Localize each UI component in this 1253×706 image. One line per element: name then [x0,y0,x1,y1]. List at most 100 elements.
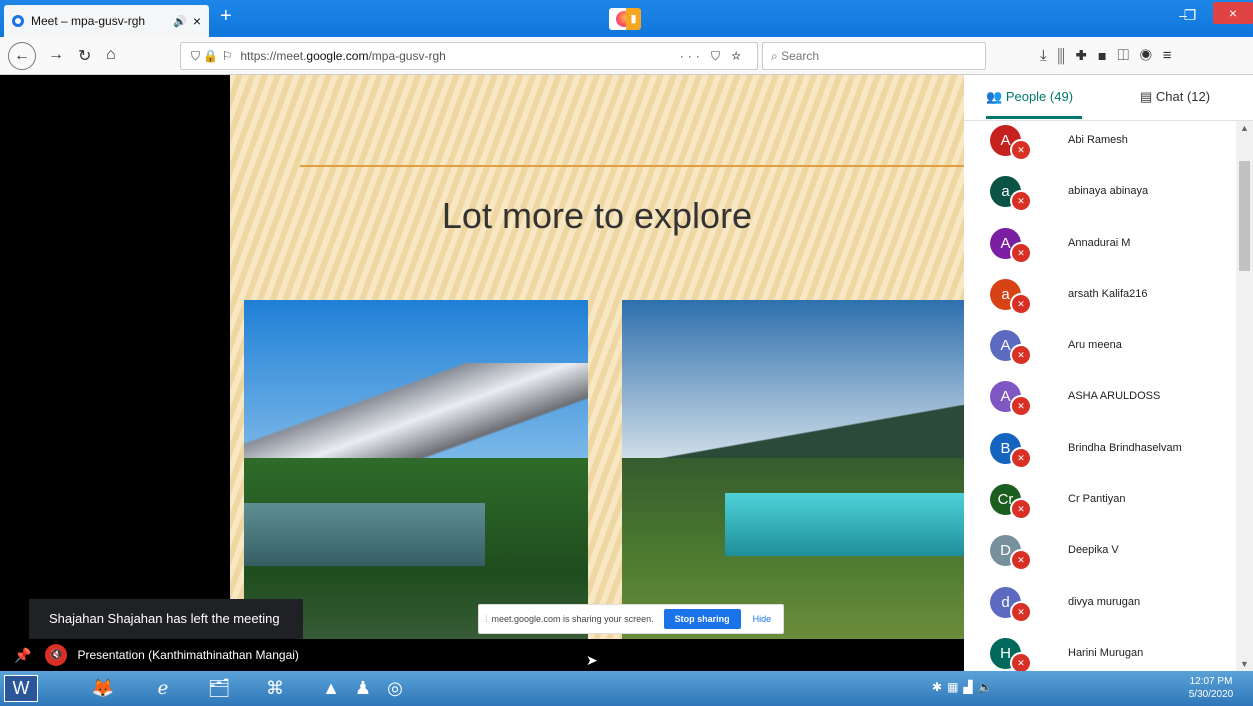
participants-panel: 👥 People (49) ▤ Chat (12) A ✕ Abi Ramesh a ✕… [964,75,1253,671]
participant-row[interactable]: B ✕ Brindha Brindhaselvam [964,429,1236,480]
participant-name: abinaya abinaya [1068,185,1149,198]
toolbar-icons[interactable]: ⤓⫼✚◼◫◉≡ [1040,47,1183,64]
mic-off-icon: ✕ [1010,651,1032,671]
scroll-up-icon[interactable]: ▲ [1236,123,1253,133]
share-message: meet.google.com is sharing your screen. [491,614,654,624]
presentation-label: Presentation (Kanthimathinathan Mangai) [77,648,299,662]
left-meeting-toast: Shajahan Shajahan has left the meeting [29,599,303,639]
meet-favicon-icon [12,15,24,27]
chrome-icon[interactable]: ◎ [378,675,412,702]
tab-people[interactable]: 👥 People (49) [986,89,1073,105]
participant-row[interactable]: A ✕ Abi Ramesh [964,121,1236,172]
mic-off-icon: ✕ [1010,395,1032,418]
new-tab-button[interactable]: + [220,5,232,28]
active-tab-indicator [986,116,1082,119]
search-placeholder: Search [781,49,820,63]
search-input[interactable]: ⌕ Search [762,42,986,70]
xampp-icon[interactable]: ⌘ [258,675,292,702]
participant-row[interactable]: H ✕ Harini Murugan [964,634,1236,671]
participant-row[interactable]: d ✕ divya murugan [964,583,1236,634]
browser-tab-bar: Meet – mpa-gusv-rgh 🔊 × + ▮ – ❐ × [0,0,1253,37]
clock-time: 12:07 PM [1189,676,1233,687]
participant-row[interactable]: a ✕ arsath Kalifa216 [964,275,1236,326]
participant-name: Aru meena [1068,339,1122,352]
start-button[interactable]: W [4,675,38,702]
participant-row[interactable]: A ✕ Annadurai M [964,224,1236,275]
app-icon[interactable]: ♟ [346,675,380,702]
system-clock[interactable]: 12:07 PM 5/30/2020 [1176,675,1246,701]
reload-button[interactable]: ↻ [78,46,91,66]
presenter-bar: 📌 🔇 Presentation (Kanthimathinathan Mang… [0,639,964,671]
menu-icon[interactable]: ≡ [1163,47,1183,64]
participant-row[interactable]: A ✕ Aru meena [964,326,1236,377]
participant-row[interactable]: A ✕ ASHA ARULDOSS [964,377,1236,428]
sidebar-icon[interactable]: ◫ [1117,47,1139,64]
presentation-stage: Lot more to explore ⁞ meet.google.com is… [0,75,964,671]
scroll-thumb[interactable] [1239,161,1250,271]
volume-icon[interactable]: 🔈 [978,680,998,694]
download-icon[interactable]: ⤓ [1040,47,1058,64]
close-window-button[interactable]: × [1213,2,1253,24]
hd-icon[interactable]: ◼ [1098,47,1118,64]
signal-icon[interactable]: ▟ [963,680,977,694]
screen: Meet – mpa-gusv-rgh 🔊 × + ▮ – ❐ × ← → ↻ … [0,0,1253,706]
participant-name: Deepika V [1068,544,1119,557]
clock-date: 5/30/2020 [1188,689,1234,700]
tab-title: Meet – mpa-gusv-rgh [31,14,146,28]
participant-name: Cr Pantiyan [1068,493,1126,506]
slide-divider [300,165,964,167]
slide-title: Lot more to explore [441,195,753,236]
participant-name: divya murugan [1068,595,1141,608]
url-bar[interactable]: ⛉ 🔒 ⚐ https://meet.google.com/mpa-gusv-r… [180,42,758,70]
account-icon[interactable]: ◉ [1140,47,1163,64]
mic-off-icon: ✕ [1010,498,1032,521]
people-icon: 👥 [986,89,1006,104]
browser-tab-meet[interactable]: Meet – mpa-gusv-rgh 🔊 × [4,5,209,37]
home-button[interactable]: ⌂ [106,46,116,64]
maximize-button[interactable]: ❐ [1175,4,1205,26]
close-tab-icon[interactable]: × [193,13,201,29]
river-valley-image [622,300,964,650]
network-icon[interactable]: ▦ [947,680,963,694]
scroll-down-icon[interactable]: ▼ [1236,659,1253,669]
mountain-lake-image [244,300,588,650]
extension-icon[interactable]: ✚ [1076,47,1098,64]
people-list: A ✕ Abi Ramesh a ✕ abinaya abinaya A ✕ Annadurai… [964,121,1236,671]
speaker-icon[interactable]: 🔊 [173,15,187,28]
windows-taskbar: W 🦊 ℯ 🗂 ⌘ ▲ ♟ ◎ ✱▦▟🔈 12:07 PM 5/30/2020 [0,671,1253,706]
bluetooth-icon[interactable]: ✱ [932,680,947,694]
system-tray[interactable]: ✱▦▟🔈 [932,680,998,694]
participant-name: arsath Kalifa216 [1068,287,1148,300]
participant-row[interactable]: Cr ✕ Cr Pantiyan [964,480,1236,531]
page-actions-icon[interactable]: ··· ⛉ ☆ [680,49,745,64]
url-text[interactable]: https://meet.google.com/mpa-gusv-rgh [240,49,679,63]
file-explorer-icon[interactable]: 🗂 [202,675,236,702]
back-button[interactable]: ← [8,42,36,70]
participant-row[interactable]: D ✕ Deepika V [964,531,1236,582]
people-list-scrollbar[interactable]: ▲ ▼ [1236,121,1253,671]
presentation-slide: Lot more to explore [230,75,964,671]
shield-lock-icon[interactable]: ⛉ 🔒 ⚐ [191,49,232,64]
internet-explorer-icon[interactable]: ℯ [146,675,180,702]
library-icon[interactable]: ⫼ [1058,47,1076,64]
mic-off-icon: ✕ [1010,600,1032,623]
search-icon: ⌕ [771,48,782,63]
vlc-icon[interactable]: ▲ [314,675,348,702]
mic-off-icon: 🔇 [45,644,68,666]
participant-name: ASHA ARULDOSS [1068,390,1161,403]
hide-button[interactable]: Hide [753,614,772,624]
tab-chat[interactable]: ▤ Chat (12) [1140,89,1210,105]
participant-row[interactable]: a ✕ abinaya abinaya [964,172,1236,223]
participant-name: Annadurai M [1068,236,1131,249]
mic-off-icon: ✕ [1010,241,1032,264]
screen-share-bar: ⁞ meet.google.com is sharing your screen… [478,604,784,634]
stop-sharing-button[interactable]: Stop sharing [663,609,741,629]
drag-handle-icon[interactable]: ⁞ [485,614,488,624]
mic-off-icon: ✕ [1010,446,1032,469]
firefox-taskbar-icon[interactable]: 🦊 [86,675,120,702]
chat-icon: ▤ [1140,89,1156,104]
forward-button[interactable]: → [48,46,64,64]
participant-name: Harini Murugan [1068,646,1144,659]
pin-icon[interactable]: 📌 [14,647,31,664]
microphone-sharing-icon[interactable]: ▮ [626,8,641,30]
